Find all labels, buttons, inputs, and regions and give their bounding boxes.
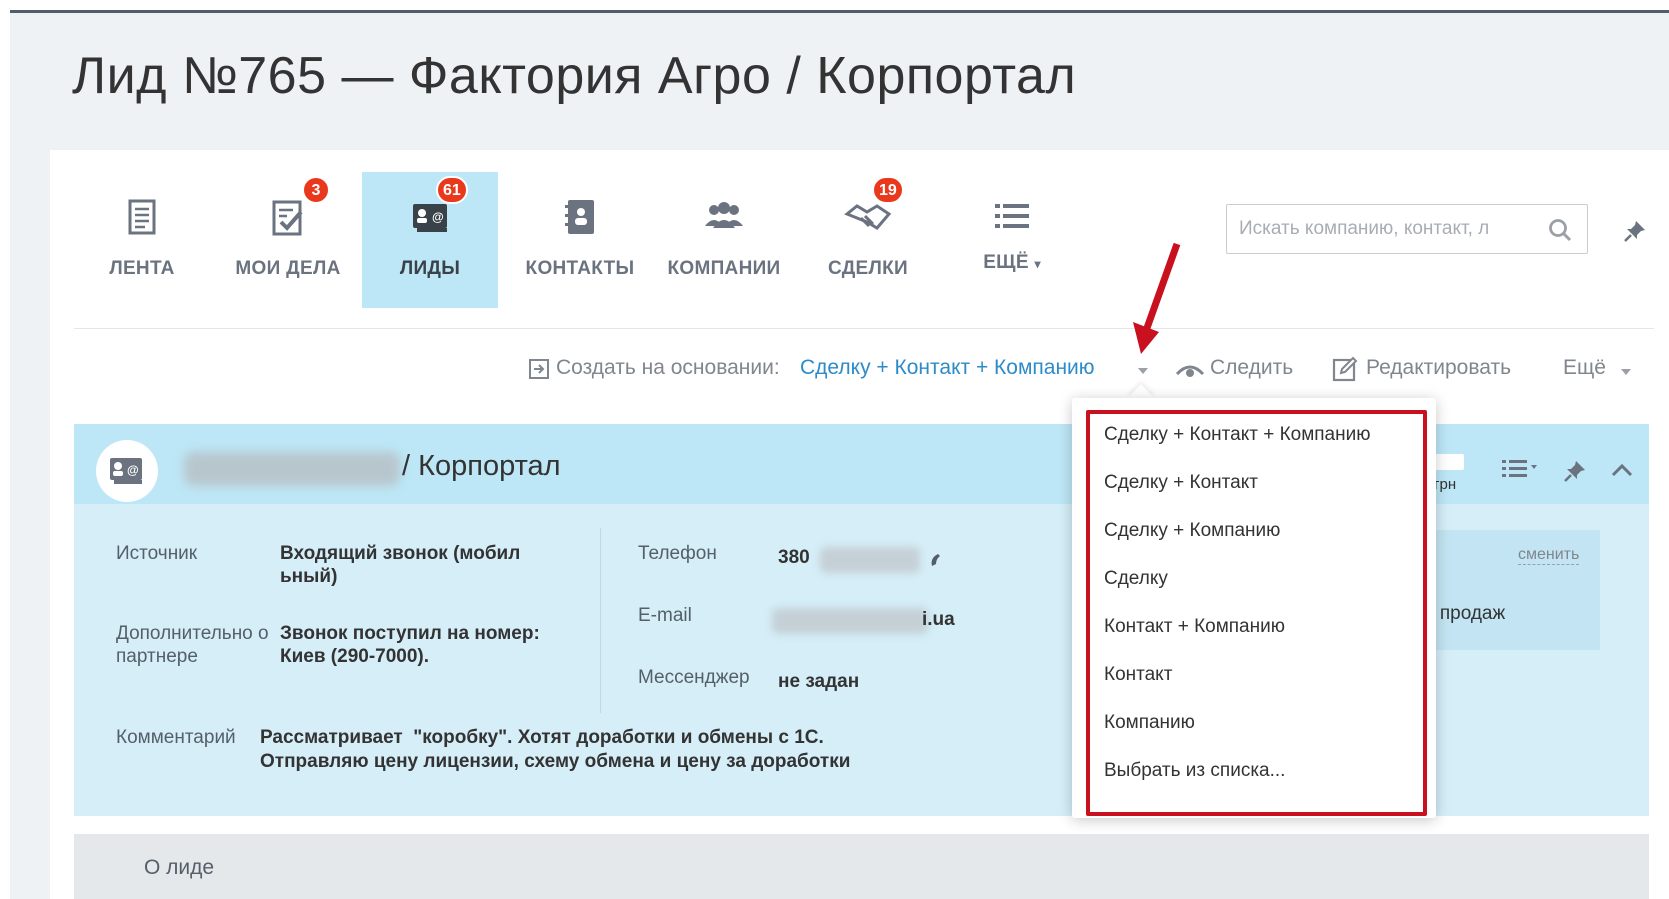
about-section-title: О лиде xyxy=(144,856,215,879)
nav-tile-leads[interactable]: @ 61 ЛИДЫ xyxy=(362,172,498,308)
list-settings-icon[interactable] xyxy=(1500,456,1540,482)
change-responsible-link[interactable]: сменить xyxy=(1518,545,1580,565)
follow-button[interactable]: Следить xyxy=(1210,356,1293,386)
pin-icon[interactable] xyxy=(1622,218,1648,244)
menu-item-deal-contact[interactable]: Сделку + Контакт xyxy=(1104,472,1258,494)
leads-icon: @ xyxy=(110,458,142,484)
annotation-arrow-icon xyxy=(1133,242,1181,354)
crm-search xyxy=(1226,204,1588,254)
contacts-icon xyxy=(565,200,594,234)
create-from-label: Создать на основании: xyxy=(556,356,780,379)
nav-tile-feed[interactable]: ЛЕНТА xyxy=(74,172,210,308)
extra-value: Звонок поступил на номер: Киев (290-7000… xyxy=(280,623,540,667)
nav-label-more: ЕЩЁ ▾ xyxy=(944,252,1080,274)
page-title: Лид №765 — Фактория Агро / Корпортал xyxy=(72,47,1077,105)
extra-label: Дополнительно о партнере xyxy=(116,623,269,667)
comment-line-1: Рассматривает "коробку". Хотят доработки… xyxy=(260,727,824,748)
phone-call-icon[interactable] xyxy=(928,550,946,568)
svg-text:@: @ xyxy=(432,210,444,224)
menu-item-deal-company[interactable]: Сделку + Компанию xyxy=(1104,520,1280,542)
lead-name-redacted xyxy=(184,452,400,486)
chevron-down-icon xyxy=(1621,369,1631,375)
messenger-label: Мессенджер xyxy=(638,667,750,688)
chevron-up-icon[interactable] xyxy=(1610,462,1634,478)
create-from-icon xyxy=(529,359,549,379)
menu-item-contact[interactable]: Контакт xyxy=(1104,664,1172,686)
nav-divider xyxy=(74,328,1654,329)
phone-redacted xyxy=(820,547,920,573)
svg-text:@: @ xyxy=(127,463,139,477)
edit-button[interactable]: Редактировать xyxy=(1366,356,1511,386)
about-section xyxy=(74,834,1649,899)
source-value: Входящий звонок (мобил ьный) xyxy=(280,543,521,587)
nav-tile-more[interactable]: ЕЩЁ ▾ xyxy=(944,172,1080,308)
search-icon[interactable] xyxy=(1547,217,1573,243)
tasks-count-badge: 3 xyxy=(302,176,330,204)
more-actions-button[interactable]: Ещё xyxy=(1563,356,1606,386)
comment-label: Комментарий xyxy=(116,727,236,748)
nav-label-deals: СДЕЛКИ xyxy=(827,258,909,279)
phone-label: Телефон xyxy=(638,543,717,564)
feed-icon xyxy=(128,199,156,235)
search-input[interactable] xyxy=(1239,215,1539,243)
menu-item-choose-from-list[interactable]: Выбрать из списка... xyxy=(1104,760,1285,782)
messenger-value: не задан xyxy=(778,671,860,692)
source-label: Источник xyxy=(116,543,198,564)
email-label: E-mail xyxy=(638,605,692,626)
pin-icon[interactable] xyxy=(1562,458,1588,484)
email-value[interactable]: i.ua xyxy=(922,608,955,631)
lead-currency: грн xyxy=(1434,476,1457,493)
chevron-down-icon: ▾ xyxy=(1034,257,1041,271)
phone-value[interactable]: 380 xyxy=(778,546,810,569)
nav-tile-tasks[interactable]: 3 МОИ ДЕЛА xyxy=(220,172,356,308)
column-divider xyxy=(600,528,601,713)
nav-tile-deals[interactable]: 19 СДЕЛКИ xyxy=(800,172,936,308)
nav-tile-contacts[interactable]: КОНТАКТЫ xyxy=(512,172,648,308)
nav-more-text: ЕЩЁ xyxy=(983,252,1029,273)
leads-count-badge: 61 xyxy=(436,176,468,204)
menu-item-company[interactable]: Компанию xyxy=(1104,712,1195,734)
menu-item-deal-contact-company[interactable]: Сделку + Контакт + Компанию xyxy=(1104,424,1370,446)
nav-label-companies: КОМПАНИИ xyxy=(667,258,781,279)
annotation-highlight-frame xyxy=(1086,410,1427,816)
edit-icon xyxy=(1332,356,1358,382)
menu-item-deal[interactable]: Сделку xyxy=(1104,568,1168,590)
nav-label-feed: ЛЕНТА xyxy=(109,258,175,279)
deals-count-badge: 19 xyxy=(872,176,904,204)
nav-label-tasks: МОИ ДЕЛА xyxy=(235,258,341,279)
nav-label-contacts: КОНТАКТЫ xyxy=(525,258,635,279)
nav-label-leads: ЛИДЫ xyxy=(399,258,461,279)
companies-icon xyxy=(705,202,743,228)
eye-icon xyxy=(1175,365,1205,377)
email-redacted xyxy=(772,608,928,634)
comment-line-2: Отправляю цену лицензии, схему обмена и … xyxy=(260,751,851,772)
lead-title: / Корпортал xyxy=(402,450,561,482)
create-from-link[interactable]: Сделку + Контакт + Компанию xyxy=(800,356,1095,386)
chevron-down-icon[interactable] xyxy=(1136,366,1150,376)
lead-avatar: @ xyxy=(96,440,158,502)
nav-tile-companies[interactable]: КОМПАНИИ xyxy=(656,172,792,308)
more-list-icon xyxy=(995,204,1029,228)
responsible-role-partial: а продаж xyxy=(1424,603,1506,624)
menu-item-contact-company[interactable]: Контакт + Компанию xyxy=(1104,616,1285,638)
